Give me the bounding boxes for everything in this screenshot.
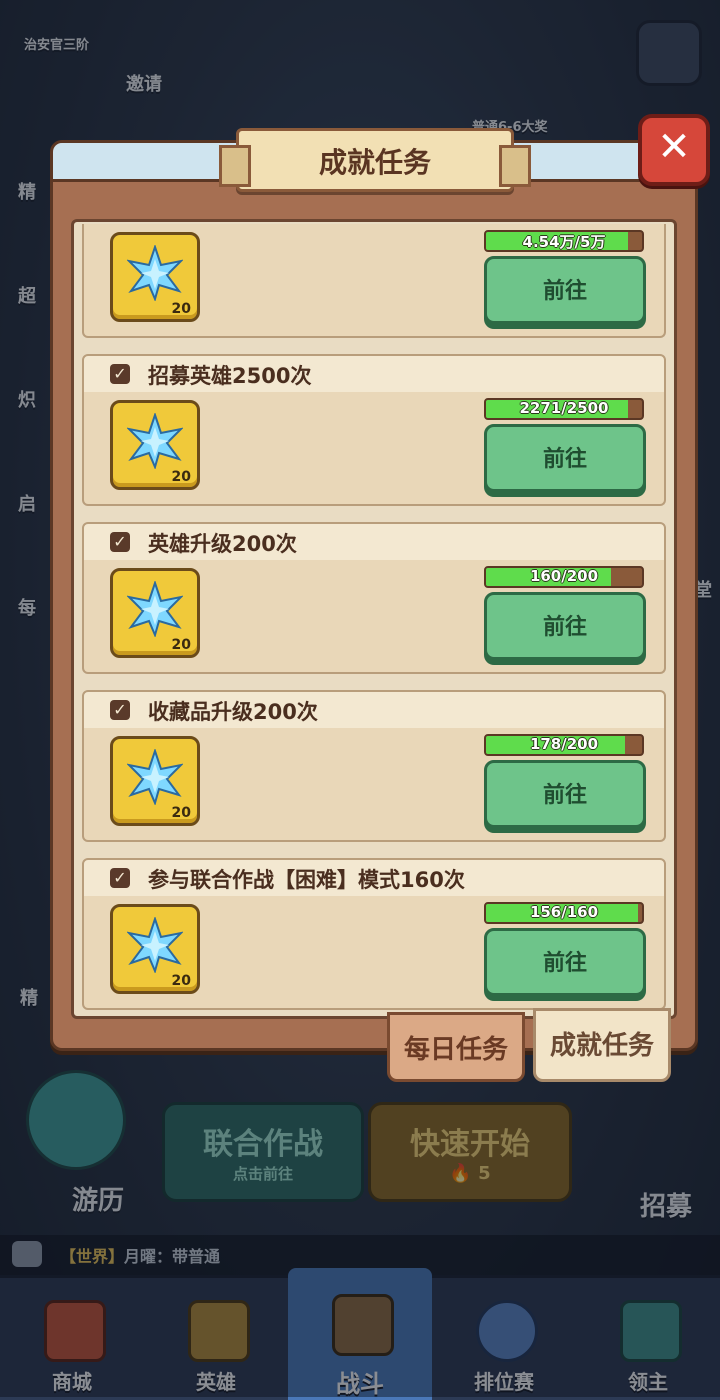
task-body: 20 156/160 前往 [82, 896, 666, 1010]
modal-title-ribbon: 成就任务 [219, 128, 531, 192]
reward-slot[interactable]: 20 [110, 568, 200, 658]
reward-slot[interactable]: 20 [110, 904, 200, 994]
reward-qty: 20 [171, 973, 191, 989]
reward-qty: 20 [171, 805, 191, 821]
progress-text: 160/200 [529, 567, 599, 585]
ice-crystal-icon [127, 245, 183, 301]
go-button[interactable]: 前往 [484, 760, 646, 828]
ice-crystal-icon [127, 917, 183, 973]
progress-bar: 160/200 [484, 566, 644, 588]
modal-title: 成就任务 [318, 146, 431, 179]
task-header: ✓ 英雄升级200次 [82, 522, 666, 562]
progress-bar: 178/200 [484, 734, 644, 756]
checkbox-icon: ✓ [110, 868, 130, 888]
reward-qty: 20 [171, 301, 191, 317]
reward-slot[interactable]: 20 [110, 232, 200, 322]
task-body: 20 160/200 前往 [82, 560, 666, 674]
progress-text: 178/200 [529, 735, 599, 753]
ice-crystal-icon [127, 749, 183, 805]
reward-qty: 20 [171, 469, 191, 485]
task-list[interactable]: 20 4.54万/5万 前往 ✓ 招募英雄2500次 20 2271/2500 … [71, 219, 677, 1019]
reward-slot[interactable]: 20 [110, 400, 200, 490]
task-name: 英雄升级200次 [148, 532, 297, 556]
task-body: 20 2271/2500 前往 [82, 392, 666, 506]
progress-text: 156/160 [529, 903, 599, 921]
checkbox-icon: ✓ [110, 700, 130, 720]
go-button[interactable]: 前往 [484, 592, 646, 660]
tab-achievement-tasks[interactable]: 成就任务 [533, 1008, 671, 1082]
achievement-modal: 20 4.54万/5万 前往 ✓ 招募英雄2500次 20 2271/2500 … [50, 140, 698, 1051]
task-body: 20 4.54万/5万 前往 [82, 224, 666, 338]
task-body: 20 178/200 前往 [82, 728, 666, 842]
progress-bar: 4.54万/5万 [484, 230, 644, 252]
checkbox-icon: ✓ [110, 532, 130, 552]
progress-bar: 156/160 [484, 902, 644, 924]
go-label: 前往 [542, 783, 587, 808]
go-label: 前往 [542, 279, 587, 304]
task-name: 参与联合作战【困难】模式160次 [148, 868, 465, 892]
close-button[interactable]: ✕ [638, 114, 710, 186]
go-button[interactable]: 前往 [484, 928, 646, 996]
checkbox-icon: ✓ [110, 364, 130, 384]
tab-label: 每日任务 [403, 1035, 508, 1065]
tab-label: 成就任务 [549, 1031, 654, 1061]
progress-text: 4.54万/5万 [522, 233, 606, 251]
go-button[interactable]: 前往 [484, 256, 646, 324]
task-name: 招募英雄2500次 [148, 364, 312, 388]
go-label: 前往 [542, 615, 587, 640]
tab-daily-tasks[interactable]: 每日任务 [387, 1012, 525, 1082]
progress-bar: 2271/2500 [484, 398, 644, 420]
close-icon: ✕ [657, 124, 691, 170]
reward-qty: 20 [171, 637, 191, 653]
task-name: 收藏品升级200次 [148, 700, 318, 724]
ice-crystal-icon [127, 581, 183, 637]
reward-slot[interactable]: 20 [110, 736, 200, 826]
go-button[interactable]: 前往 [484, 424, 646, 492]
ice-crystal-icon [127, 413, 183, 469]
go-label: 前往 [542, 951, 587, 976]
task-header: ✓ 收藏品升级200次 [82, 690, 666, 730]
task-header: ✓ 参与联合作战【困难】模式160次 [82, 858, 666, 898]
go-label: 前往 [542, 447, 587, 472]
progress-text: 2271/2500 [519, 399, 609, 417]
task-header: ✓ 招募英雄2500次 [82, 354, 666, 394]
